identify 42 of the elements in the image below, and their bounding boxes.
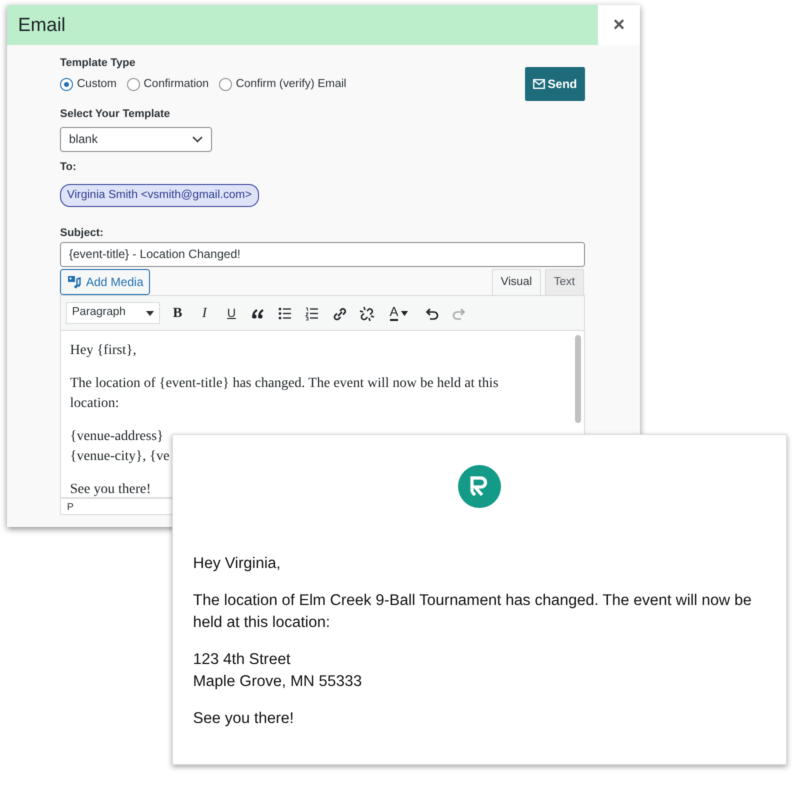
add-media-button[interactable]: Add Media	[60, 269, 150, 295]
field-label: To:	[60, 160, 78, 174]
envelope-icon	[532, 79, 545, 89]
close-button[interactable]: ×	[598, 5, 640, 45]
caret-icon	[401, 310, 408, 316]
subject-field[interactable]: {event-title} - Location Changed!	[60, 242, 585, 267]
send-button[interactable]: Send	[524, 67, 585, 101]
editor-paragraph: The location of {event-title} has changed. The event will now be held at this location:	[70, 375, 500, 413]
radio-option[interactable]: Custom	[60, 76, 117, 93]
email-paragraph: See you there!	[193, 709, 295, 729]
radio-option[interactable]: Confirmation	[126, 76, 209, 93]
editor-paragraph: {venue-address} {venue-city}, {ve	[70, 428, 170, 466]
bullet-list-icon	[278, 306, 293, 320]
unlink-icon	[359, 306, 374, 320]
media-icon	[67, 275, 81, 289]
scrollbar[interactable]	[575, 335, 581, 423]
italic-button[interactable]: I	[195, 303, 214, 323]
template-select[interactable]: blank	[60, 126, 212, 152]
numbered-list-icon	[305, 306, 320, 320]
dialog-title: Email	[7, 5, 598, 45]
email-paragraph: Hey Virginia,	[193, 554, 282, 574]
chevron-icon	[192, 136, 203, 142]
logo-icon	[458, 465, 501, 508]
bold-button[interactable]: B	[168, 303, 187, 323]
text-color-button[interactable]: A	[384, 303, 414, 323]
recipient-tag[interactable]: Virginia Smith <vsmith@gmail.com>	[60, 184, 259, 208]
field-label: Select Your Template	[60, 107, 172, 122]
email-paragraph: The location of Elm Creek 9-Ball Tournament has changed. The event will now be held at this location:	[193, 591, 753, 633]
underline-button[interactable]: U	[222, 303, 241, 323]
editor-tab[interactable]: Text	[544, 268, 584, 295]
undo-icon	[424, 306, 439, 320]
editor-paragraph: See you there!	[70, 481, 152, 497]
format-select[interactable]: Paragraph	[66, 302, 160, 324]
field-label: Template Type	[60, 56, 136, 71]
email-paragraph: 123 4th Street Maple Grove, MN 55333	[193, 650, 363, 692]
link-icon	[332, 306, 347, 320]
editor-paragraph: Hey {first},	[70, 342, 138, 360]
radio-option[interactable]: Confirm (verify) Email	[218, 76, 346, 93]
redo-icon	[451, 306, 466, 320]
caret-icon	[146, 310, 154, 316]
field-label: Subject:	[60, 226, 104, 242]
editor-tab[interactable]: Visual	[492, 268, 541, 295]
